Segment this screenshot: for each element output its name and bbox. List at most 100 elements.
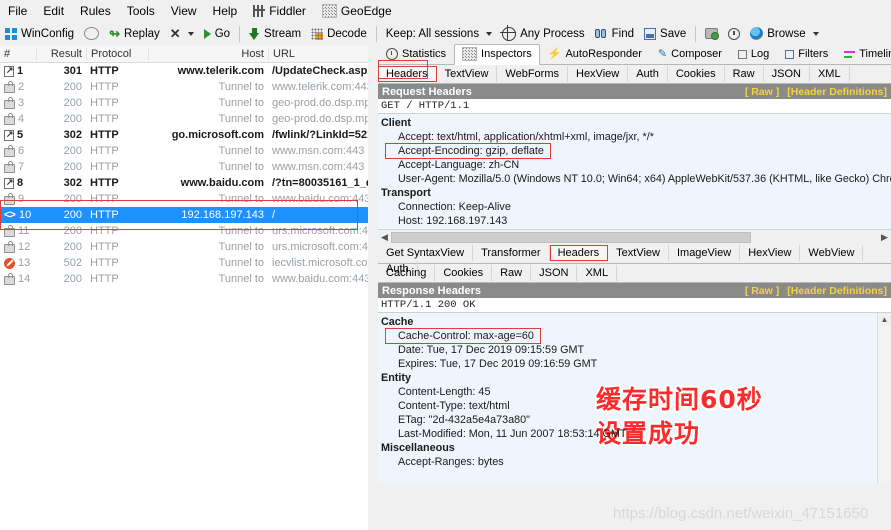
response-tab-hexview[interactable]: HexView	[740, 245, 801, 261]
watermark-text: https://blog.csdn.net/weixin_47151650	[613, 505, 869, 522]
browse-button[interactable]: Browse	[745, 25, 823, 42]
menu-item-rules[interactable]: Rules	[72, 2, 119, 20]
request-tab-headers[interactable]: Headers	[378, 66, 437, 82]
menu-item-tools[interactable]: Tools	[119, 2, 163, 20]
response-header-definitions-link[interactable]: [Header Definitions]	[787, 285, 887, 297]
menu-bar: File Edit Rules Tools View Help Fiddler …	[0, 0, 891, 22]
column-header-protocol[interactable]: Protocol	[86, 47, 148, 60]
session-row[interactable]: 11 200 HTTP Tunnel to urs.microsoft.com:443	[0, 223, 368, 239]
tab-autoresponder[interactable]: ⚡ AutoResponder	[540, 44, 650, 64]
decode-button[interactable]: Decode	[306, 26, 372, 42]
session-protocol: HTTP	[90, 161, 119, 173]
session-row[interactable]: <> 10 200 HTTP 192.168.197.143 /	[0, 207, 368, 223]
response-tab-xml[interactable]: XML	[577, 265, 618, 281]
save-button[interactable]: Save	[639, 26, 691, 42]
menu-item-edit[interactable]: Edit	[35, 2, 72, 20]
find-button[interactable]: Find	[590, 26, 639, 42]
session-number-cell: 14	[0, 273, 36, 285]
column-header-number[interactable]: #	[0, 48, 36, 60]
menu-item-geoedge[interactable]: GeoEdge	[314, 2, 400, 20]
go-button[interactable]: Go	[199, 26, 235, 42]
menu-item-help[interactable]: Help	[205, 2, 246, 20]
clock-icon	[728, 27, 741, 40]
session-row[interactable]: 2 200 HTTP Tunnel to www.telerik.com:443	[0, 79, 368, 95]
session-url: www.telerik.com:443	[272, 81, 368, 93]
screenshot-button[interactable]	[700, 26, 723, 41]
remove-button[interactable]: ✕	[165, 26, 199, 41]
session-row[interactable]: 9 200 HTTP Tunnel to www.baidu.com:443	[0, 191, 368, 207]
fiddler-icon	[253, 5, 266, 17]
response-tab-caching[interactable]: Caching	[378, 265, 436, 281]
request-raw-link[interactable]: [ Raw ]	[745, 86, 779, 98]
response-tab-textview[interactable]: TextView	[608, 245, 669, 261]
response-tab-imageview[interactable]: ImageView	[669, 245, 741, 261]
column-header-host[interactable]: Host	[148, 47, 268, 60]
session-number-cell: 13	[0, 257, 36, 269]
vertical-splitter[interactable]	[368, 45, 378, 530]
replay-button[interactable]: ↬ Replay	[104, 26, 165, 42]
tab-inspectors[interactable]: Inspectors	[454, 44, 540, 65]
response-tab-json[interactable]: JSON	[531, 265, 578, 281]
target-icon	[500, 24, 517, 41]
session-row[interactable]: 1 301 HTTP www.telerik.com/UpdateCheck.aspx…	[0, 63, 368, 79]
session-row[interactable]: 5 302 HTTP go.microsoft.com/fwlink/?LinkId=…	[0, 127, 368, 143]
tab-log[interactable]: Log	[730, 45, 777, 64]
session-row[interactable]: 7 200 HTTP Tunnel to www.msn.com:443	[0, 159, 368, 175]
sessions-list[interactable]: # Result Protocol Host URL 1 301 HTTP www.t…	[0, 45, 369, 530]
column-header-url[interactable]: URL	[268, 47, 368, 60]
comment-bubble-icon	[84, 27, 100, 40]
session-row[interactable]: 4 200 HTTP Tunnel to geo-prod.do.dsp.mp.micr	[0, 111, 368, 127]
session-row[interactable]: 14 200 HTTP Tunnel to www.baidu.com:443	[0, 271, 368, 287]
request-header-definitions-link[interactable]: [Header Definitions]	[787, 86, 887, 98]
bolt-icon: ⚡	[547, 48, 562, 60]
scroll-right-arrow-icon[interactable]: ▶	[878, 232, 891, 243]
session-row[interactable]: 13 502 HTTP Tunnel to iecvlist.microsoft.com…	[0, 255, 368, 271]
session-row[interactable]: 12 200 HTTP Tunnel to urs.microsoft.com:443	[0, 239, 368, 255]
session-row[interactable]: 3 200 HTTP Tunnel to geo-prod.do.dsp.mp.micr	[0, 95, 368, 111]
request-tab-cookies[interactable]: Cookies	[668, 66, 725, 82]
inspectors-icon	[462, 47, 478, 61]
request-tab-hexview[interactable]: HexView	[568, 66, 629, 82]
request-tab-webforms[interactable]: WebForms	[497, 66, 568, 82]
request-horizontal-scrollbar[interactable]: ◀ ▶	[378, 229, 891, 245]
tab-filters[interactable]: Filters	[777, 45, 836, 64]
comment-button[interactable]	[79, 25, 104, 42]
stream-button[interactable]: Stream	[244, 26, 306, 42]
menu-item-file-label: File	[8, 4, 28, 18]
tab-timeline[interactable]: Timeline	[836, 45, 891, 64]
column-header-result[interactable]: Result	[36, 47, 86, 60]
session-protocol: HTTP	[90, 209, 119, 221]
response-tab-transformer[interactable]: Transformer	[473, 245, 550, 261]
menu-item-file[interactable]: File	[0, 2, 35, 20]
response-tab-raw[interactable]: Raw	[492, 265, 532, 281]
geoedge-icon	[321, 4, 337, 18]
request-tab-json[interactable]: JSON	[764, 66, 810, 82]
request-scrollbar-thumb[interactable]	[391, 232, 751, 243]
menu-item-view[interactable]: View	[163, 2, 205, 20]
winconfig-button[interactable]: WinConfig	[0, 26, 79, 42]
response-tab-headers[interactable]: Headers	[549, 245, 609, 261]
session-protocol: HTTP	[90, 129, 119, 141]
response-tab-webview[interactable]: WebView	[800, 245, 864, 261]
response-raw-link[interactable]: [ Raw ]	[745, 285, 779, 297]
menu-item-fiddler[interactable]: Fiddler	[245, 2, 314, 20]
session-row[interactable]: 6 200 HTTP Tunnel to www.msn.com:443	[0, 143, 368, 159]
keep-sessions-dropdown[interactable]: Keep: All sessions	[381, 26, 497, 42]
header-entry: Last-Modified: Mon, 11 Jun 2007 18:53:14…	[398, 428, 627, 440]
request-tab-textview[interactable]: TextView	[437, 66, 498, 82]
session-row[interactable]: 8 302 HTTP www.baidu.com /?tn=80035161_1_dg	[0, 175, 368, 191]
any-process-button[interactable]: Any Process	[497, 24, 590, 43]
tab-statistics[interactable]: Statistics	[378, 45, 454, 64]
request-tab-xml[interactable]: XML	[810, 66, 850, 82]
response-tab-get-syntaxview[interactable]: Get SyntaxView	[378, 245, 474, 261]
inspector-main-tabs: Statistics Inspectors ⚡ AutoResponder ✎ …	[378, 44, 891, 65]
scroll-left-arrow-icon[interactable]: ◀	[378, 232, 391, 243]
response-tab-cookies[interactable]: Cookies	[435, 265, 493, 281]
timer-button[interactable]	[723, 26, 745, 42]
chevron-down-icon	[187, 31, 194, 36]
tab-composer[interactable]: ✎ Composer	[650, 44, 730, 64]
request-tab-raw[interactable]: Raw	[725, 66, 764, 82]
request-tab-auth[interactable]: Auth	[628, 66, 668, 82]
tab-label: Cookies	[443, 267, 484, 279]
document-icon	[4, 129, 14, 141]
